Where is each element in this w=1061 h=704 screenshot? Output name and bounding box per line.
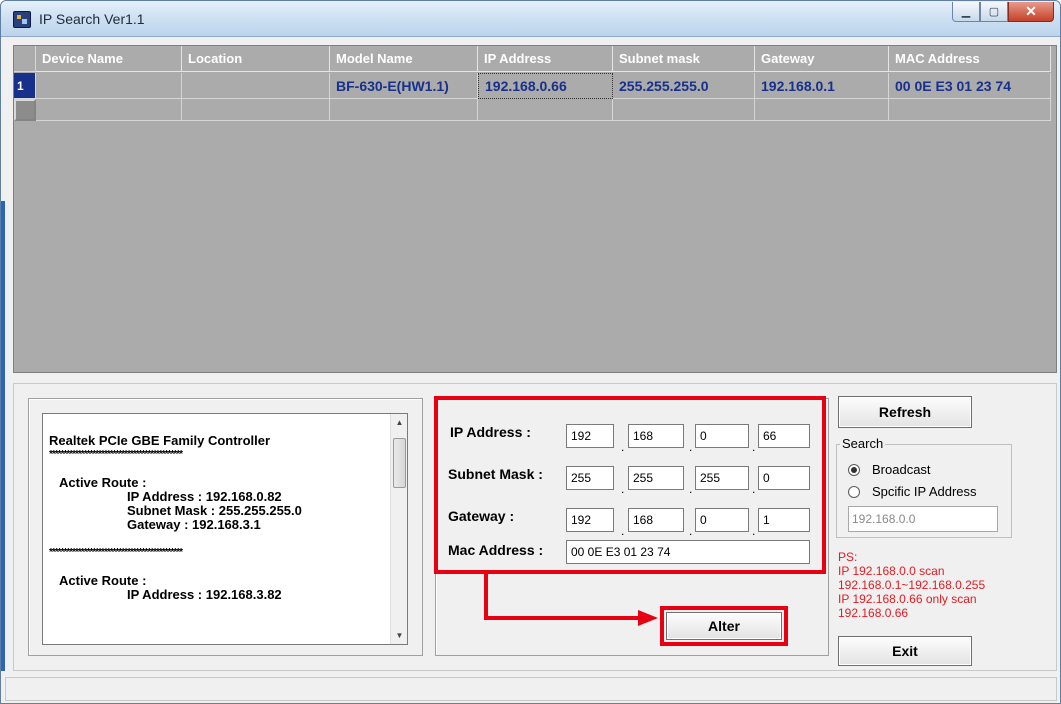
- info-line: Realtek PCIe GBE Family Controller: [49, 433, 271, 448]
- info-separator: ****************************************…: [49, 449, 183, 460]
- ps-note-line: 192.168.0.66: [838, 606, 909, 620]
- cell-empty[interactable]: [36, 99, 182, 121]
- cell-location[interactable]: [182, 73, 330, 99]
- highlight-box-alter: [660, 606, 788, 646]
- header-ip-address[interactable]: IP Address: [478, 46, 613, 72]
- search-ip-input[interactable]: 192.168.0.0: [848, 506, 998, 532]
- scroll-thumb[interactable]: [393, 438, 406, 488]
- cell-empty[interactable]: [755, 99, 889, 121]
- broadcast-label[interactable]: Broadcast: [872, 462, 931, 477]
- adapter-info-group: Realtek PCIe GBE Family Controller *****…: [28, 398, 423, 656]
- info-line: Gateway : 192.168.3.1: [127, 517, 261, 532]
- refresh-button[interactable]: Refresh: [838, 396, 972, 428]
- highlight-box-fields: [434, 396, 826, 574]
- info-line: IP Address : 192.168.0.82: [127, 489, 282, 504]
- info-separator: ****************************************…: [49, 547, 183, 558]
- row-index[interactable]: 1: [14, 73, 36, 99]
- info-line: [49, 532, 387, 546]
- minimize-icon: ▁: [961, 6, 971, 18]
- grid-corner-cell: [14, 46, 36, 72]
- ps-note-line: PS:: [838, 550, 858, 564]
- arrow-annotation: [484, 572, 658, 626]
- header-subnet-mask[interactable]: Subnet mask: [613, 46, 755, 72]
- cell-empty[interactable]: [889, 99, 1051, 121]
- app-icon: [13, 11, 31, 28]
- grid-header-row: Device Name Location Model Name IP Addre…: [14, 46, 1051, 72]
- cell-gateway[interactable]: 192.168.0.1: [755, 73, 889, 99]
- header-location[interactable]: Location: [182, 46, 330, 72]
- ps-note-line: IP 192.168.0.0 scan: [838, 564, 945, 578]
- cell-empty[interactable]: [478, 99, 613, 121]
- broadcast-radio[interactable]: [848, 464, 860, 476]
- search-legend: Search: [840, 436, 886, 451]
- row-index-empty[interactable]: [14, 99, 36, 121]
- specific-ip-label[interactable]: Spcific IP Address: [872, 484, 977, 499]
- header-model-name[interactable]: Model Name: [330, 46, 478, 72]
- ip-search-window: IP Search Ver1.1 ▁ ▢ ✕ Device Name Locat…: [0, 0, 1061, 704]
- cell-empty[interactable]: [613, 99, 755, 121]
- info-line: [49, 560, 387, 574]
- exit-button[interactable]: Exit: [838, 636, 972, 666]
- ps-note: PS: IP 192.168.0.0 scan 192.168.0.1~192.…: [838, 550, 1038, 620]
- info-line: [49, 462, 387, 476]
- cell-empty[interactable]: [330, 99, 478, 121]
- cell-device-name[interactable]: [36, 73, 182, 99]
- specific-ip-radio[interactable]: [848, 486, 860, 498]
- adapter-info-text: Realtek PCIe GBE Family Controller *****…: [49, 434, 387, 602]
- window-title: IP Search Ver1.1: [39, 11, 145, 27]
- title-bar[interactable]: IP Search Ver1.1 ▁ ▢ ✕: [1, 1, 1060, 37]
- cell-empty[interactable]: [182, 99, 330, 121]
- window-controls: ▁ ▢ ✕: [952, 2, 1054, 24]
- cell-model-name[interactable]: BF-630-E(HW1.1): [330, 73, 478, 99]
- status-bar: [5, 677, 1057, 701]
- cell-ip-address[interactable]: 192.168.0.66: [478, 73, 613, 99]
- scroll-down-icon[interactable]: ▼: [391, 627, 407, 644]
- maximize-icon: ▢: [988, 6, 1000, 18]
- info-line: Active Route :: [59, 475, 147, 490]
- close-button[interactable]: ✕: [1008, 2, 1054, 22]
- adapter-info-textbox[interactable]: Realtek PCIe GBE Family Controller *****…: [42, 413, 408, 645]
- header-device-name[interactable]: Device Name: [36, 46, 182, 72]
- maximize-button[interactable]: ▢: [980, 2, 1008, 22]
- minimize-button[interactable]: ▁: [952, 2, 980, 22]
- window-left-edge: [1, 201, 5, 671]
- info-line: Subnet Mask : 255.255.255.0: [127, 503, 302, 518]
- info-line: IP Address : 192.168.3.82: [127, 587, 282, 602]
- cell-subnet-mask[interactable]: 255.255.255.0: [613, 73, 755, 99]
- table-row-empty[interactable]: [14, 99, 1051, 121]
- bottom-panel: Realtek PCIe GBE Family Controller *****…: [13, 383, 1057, 671]
- info-scrollbar[interactable]: ▲ ▼: [390, 414, 407, 644]
- info-line: Active Route :: [59, 573, 147, 588]
- device-grid[interactable]: Device Name Location Model Name IP Addre…: [13, 45, 1057, 373]
- scroll-up-icon[interactable]: ▲: [391, 414, 407, 431]
- table-row[interactable]: 1 BF-630-E(HW1.1) 192.168.0.66 255.255.2…: [14, 73, 1051, 99]
- ps-note-line: 192.168.0.1~192.168.0.255: [838, 578, 986, 592]
- ps-note-line: IP 192.168.0.66 only scan: [838, 592, 977, 606]
- cell-mac-address[interactable]: 00 0E E3 01 23 74: [889, 73, 1051, 99]
- header-gateway[interactable]: Gateway: [755, 46, 889, 72]
- close-icon: ✕: [1025, 3, 1037, 19]
- header-mac-address[interactable]: MAC Address: [889, 46, 1051, 72]
